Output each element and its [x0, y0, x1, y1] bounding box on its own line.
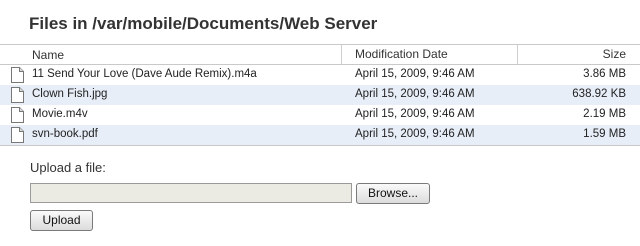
file-size: 3.86 MB [583, 68, 626, 80]
file-size: 1.59 MB [583, 128, 626, 140]
file-name[interactable]: Movie.m4v [32, 108, 88, 120]
column-header-date[interactable]: Modification Date [341, 45, 448, 64]
file-date: April 15, 2009, 9:46 AM [355, 88, 475, 100]
file-path-input[interactable] [30, 183, 352, 203]
file-date: April 15, 2009, 9:46 AM [355, 128, 475, 140]
table-header: Name Modification Date Size [0, 45, 640, 65]
table-row[interactable]: Movie.m4v April 15, 2009, 9:46 AM 2.19 M… [0, 105, 640, 125]
browse-button[interactable]: Browse... [356, 183, 430, 204]
table-row[interactable]: 11 Send Your Love (Dave Aude Remix).m4a … [0, 65, 640, 85]
file-name[interactable]: 11 Send Your Love (Dave Aude Remix).m4a [32, 68, 257, 80]
upload-button[interactable]: Upload [30, 210, 93, 231]
file-name[interactable]: Clown Fish.jpg [32, 88, 107, 100]
file-date: April 15, 2009, 9:46 AM [355, 108, 475, 120]
file-name[interactable]: svn-book.pdf [32, 128, 98, 140]
document-icon [11, 67, 24, 83]
column-header-name[interactable]: Name [32, 48, 64, 62]
document-icon [11, 127, 24, 143]
table-row[interactable]: svn-book.pdf April 15, 2009, 9:46 AM 1.5… [0, 125, 640, 145]
document-icon [11, 87, 24, 103]
file-size: 2.19 MB [583, 108, 626, 120]
file-table: Name Modification Date Size 11 Send Your… [0, 44, 640, 146]
table-row[interactable]: Clown Fish.jpg April 15, 2009, 9:46 AM 6… [0, 85, 640, 105]
upload-label: Upload a file: [30, 160, 106, 175]
page-title: Files in /var/mobile/Documents/Web Serve… [29, 14, 378, 33]
column-header-size[interactable]: Size [517, 45, 626, 64]
file-size: 638.92 KB [572, 88, 626, 100]
document-icon [11, 107, 24, 123]
file-date: April 15, 2009, 9:46 AM [355, 68, 475, 80]
